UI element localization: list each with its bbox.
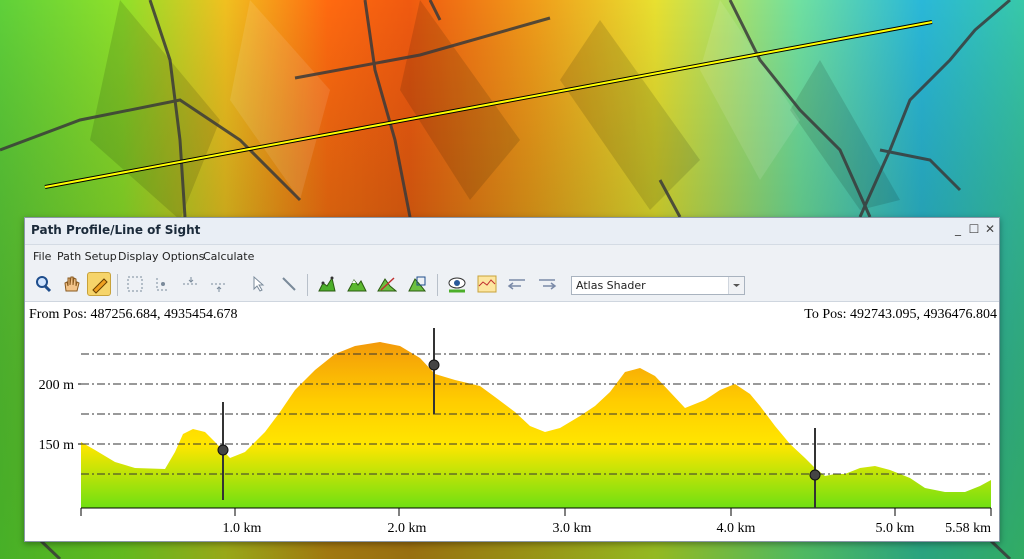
menu-file[interactable]: File — [33, 250, 51, 263]
maximize-button[interactable]: ☐ — [967, 222, 981, 238]
path-edit-icon[interactable] — [87, 272, 111, 296]
menu-calculate[interactable]: Calculate — [203, 250, 254, 263]
3d-view-icon[interactable] — [405, 272, 429, 296]
y-tick-150: 150 m — [39, 438, 75, 453]
x-tick-3km: 3.0 km — [553, 521, 592, 536]
shader-select-value: Atlas Shader — [576, 279, 646, 292]
select-box-icon[interactable] — [123, 272, 147, 296]
x-tick-4km: 4.0 km — [717, 521, 756, 536]
window-title: Path Profile/Line of Sight — [31, 223, 201, 237]
select-points-icon[interactable] — [151, 272, 175, 296]
minimize-button[interactable]: _ — [951, 222, 965, 238]
terrain-icon[interactable] — [345, 272, 369, 296]
reverse-left-icon[interactable] — [505, 272, 529, 296]
reverse-right-icon[interactable] — [535, 272, 559, 296]
x-tick-end: 5.58 km — [945, 521, 991, 536]
spacing-icon[interactable] — [207, 272, 231, 296]
close-button[interactable]: ✕ — [983, 222, 997, 238]
distribute-points-icon[interactable] — [179, 272, 203, 296]
x-tick-2km: 2.0 km — [388, 521, 427, 536]
title-bar: Path Profile/Line of Sight _ ☐ ✕ — [25, 218, 999, 245]
elevation-fill-icon[interactable] — [375, 272, 399, 296]
menu-path-setup[interactable]: Path Setup — [57, 250, 117, 263]
pointer-icon[interactable] — [247, 272, 271, 296]
shader-select[interactable]: Atlas Shader — [571, 276, 745, 295]
y-tick-200: 200 m — [39, 378, 75, 393]
x-axis-ticks — [80, 508, 992, 516]
x-tick-1km: 1.0 km — [223, 521, 262, 536]
y-axis-ticks — [78, 383, 81, 445]
menu-bar: File Path Setup Display Options Calculat… — [25, 245, 999, 269]
zoom-icon[interactable] — [31, 272, 55, 296]
line-tool-icon[interactable] — [277, 272, 301, 296]
toolbar: Atlas Shader — [25, 269, 999, 302]
x-tick-5km: 5.0 km — [876, 521, 915, 536]
elevation-profile — [81, 342, 991, 508]
pan-hand-icon[interactable] — [59, 272, 83, 296]
line-of-sight-icon[interactable] — [445, 272, 469, 296]
profile-chart[interactable]: 200 m 150 m 1.0 km 2.0 km 3.0 km 4.0 km … — [25, 302, 999, 541]
menu-display-options[interactable]: Display Options — [118, 250, 205, 263]
path-profile-window: Path Profile/Line of Sight _ ☐ ✕ File Pa… — [24, 217, 1000, 542]
chevron-down-icon[interactable] — [728, 277, 744, 294]
profile-line-icon[interactable] — [475, 272, 499, 296]
profile-chart-icon[interactable] — [315, 272, 339, 296]
